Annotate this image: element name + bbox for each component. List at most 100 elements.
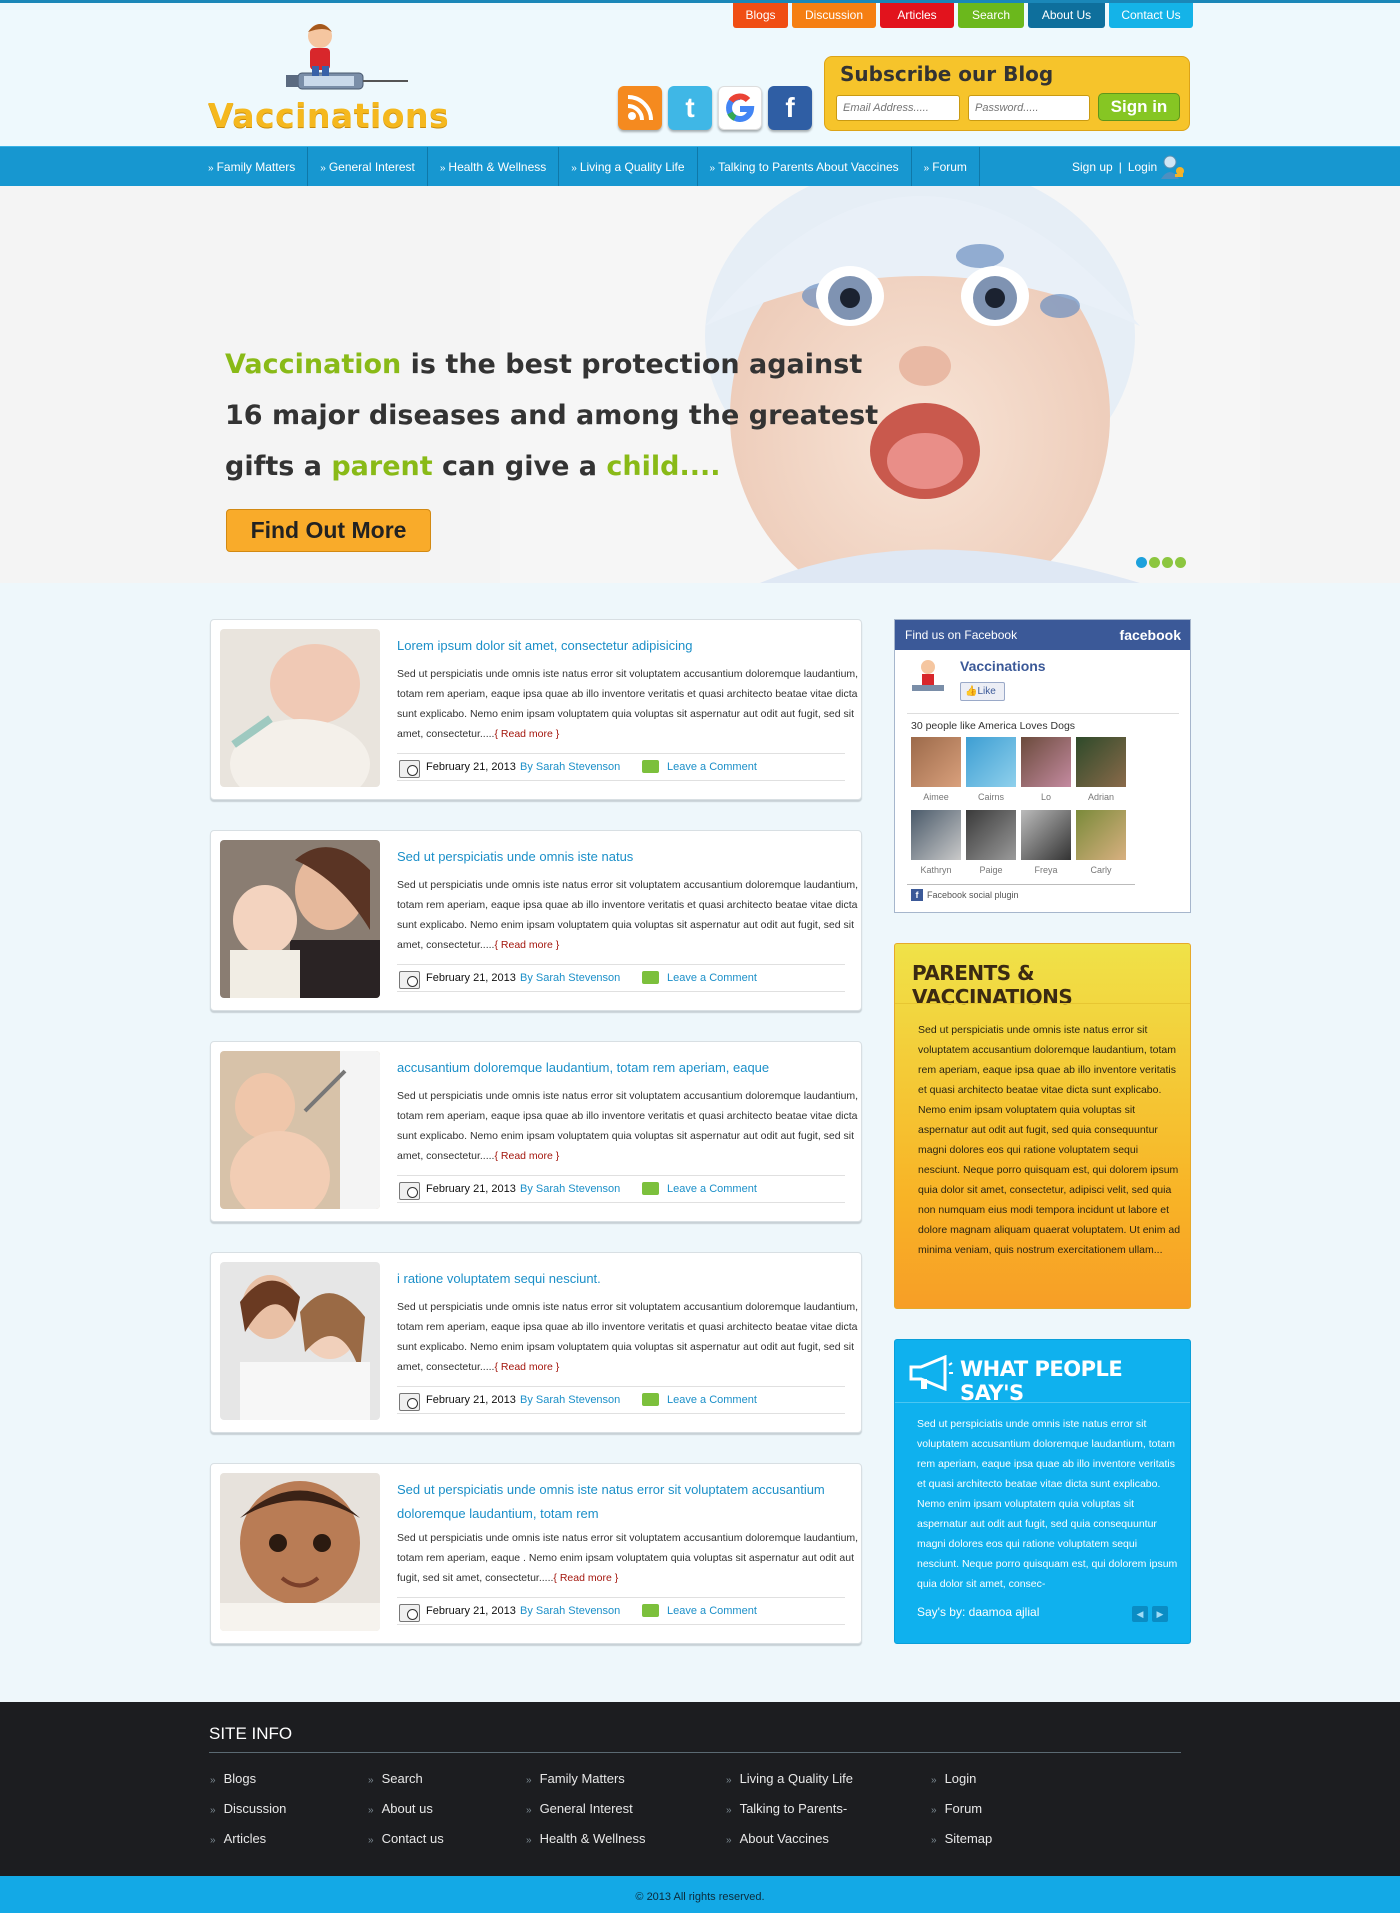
- google-icon[interactable]: [718, 86, 762, 130]
- next-arrow-icon[interactable]: ▶: [1152, 1606, 1168, 1622]
- footer-link[interactable]: » Discussion: [210, 1799, 286, 1829]
- post-author[interactable]: By Sarah Stevenson: [520, 761, 620, 773]
- hero-banner: Vaccination is the best protection again…: [0, 186, 1400, 583]
- footer-link[interactable]: » Health & Wellness: [526, 1829, 646, 1859]
- fan-face[interactable]: Aimee: [911, 737, 961, 810]
- top-tab-about-us[interactable]: About Us: [1028, 3, 1105, 28]
- nav-talking-to-parents[interactable]: » Talking to Parents About Vaccines: [698, 147, 912, 187]
- nav-family-matters[interactable]: » Family Matters: [208, 147, 309, 187]
- user-key-icon[interactable]: [1158, 153, 1186, 181]
- post-date: February 21, 2013: [426, 761, 516, 773]
- top-tab-contact-us[interactable]: Contact Us: [1109, 3, 1193, 28]
- footer-link[interactable]: » Forum: [931, 1799, 992, 1829]
- top-tab-articles[interactable]: Articles: [880, 3, 954, 28]
- slider-dot[interactable]: [1175, 557, 1186, 568]
- rss-icon[interactable]: [618, 86, 662, 130]
- syringe-boy-icon: [286, 24, 408, 90]
- sign-in-button[interactable]: Sign in: [1098, 93, 1180, 121]
- post-thumbnail[interactable]: [220, 1262, 380, 1420]
- post-title[interactable]: Sed ut perspiciatis unde omnis iste natu…: [397, 845, 857, 869]
- facebook-like-button[interactable]: 👍Like: [960, 682, 1005, 701]
- subscribe-email-input[interactable]: [836, 95, 960, 121]
- post-title[interactable]: i ratione voluptatem sequi nesciunt.: [397, 1267, 857, 1291]
- subscribe-password-input[interactable]: [968, 95, 1090, 121]
- twitter-icon[interactable]: t: [668, 86, 712, 130]
- login-link[interactable]: Login: [1128, 147, 1157, 187]
- fan-avatar: [966, 810, 1016, 860]
- blog-post: Sed ut perspiciatis unde omnis iste natu…: [210, 1463, 862, 1644]
- post-thumbnail[interactable]: [220, 1051, 380, 1209]
- facebook-icon[interactable]: f: [768, 86, 812, 130]
- footer-link[interactable]: » Login: [931, 1769, 992, 1799]
- auth-links: Sign up | Login: [1072, 147, 1157, 187]
- leave-comment-link[interactable]: Leave a Comment: [667, 761, 757, 773]
- top-tab-search[interactable]: Search: [958, 3, 1024, 28]
- post-title[interactable]: Sed ut perspiciatis unde omnis iste natu…: [397, 1478, 857, 1526]
- fan-face[interactable]: Paige: [966, 810, 1016, 883]
- fan-face[interactable]: Kathryn: [911, 810, 961, 883]
- signup-link[interactable]: Sign up: [1072, 147, 1113, 187]
- leave-comment-link[interactable]: Leave a Comment: [667, 1183, 757, 1195]
- find-out-more-button[interactable]: Find Out More: [226, 509, 431, 552]
- footer-link[interactable]: » About Vaccines: [726, 1829, 853, 1859]
- post-title[interactable]: Lorem ipsum dolor sit amet, consectetur …: [397, 634, 857, 658]
- fan-face[interactable]: Cairns: [966, 737, 1016, 810]
- leave-comment-link[interactable]: Leave a Comment: [667, 972, 757, 984]
- read-more-link[interactable]: { Read more }: [494, 1150, 559, 1162]
- top-tabs: Blogs Discussion Articles Search About U…: [733, 3, 1193, 28]
- footer-link[interactable]: » General Interest: [526, 1799, 646, 1829]
- post-author[interactable]: By Sarah Stevenson: [520, 1605, 620, 1617]
- footer-link[interactable]: » Contact us: [368, 1829, 444, 1859]
- slider-dot[interactable]: [1136, 557, 1147, 568]
- footer-link-label: Blogs: [223, 1771, 257, 1786]
- footer: SITE INFO » Blogs » Discussion » Articles »…: [0, 1702, 1400, 1876]
- footer-link[interactable]: » Sitemap: [931, 1829, 992, 1859]
- nav-living-quality-life[interactable]: » Living a Quality Life: [559, 147, 698, 187]
- post-thumbnail[interactable]: [220, 840, 380, 998]
- leave-comment-link[interactable]: Leave a Comment: [667, 1394, 757, 1406]
- footer-link-label: Living a Quality Life: [739, 1771, 854, 1786]
- footer-link[interactable]: » Articles: [210, 1829, 286, 1859]
- read-more-link[interactable]: { Read more }: [494, 728, 559, 740]
- fan-avatar: [1021, 737, 1071, 787]
- footer-link[interactable]: » Blogs: [210, 1769, 286, 1799]
- top-tab-discussion[interactable]: Discussion: [792, 3, 876, 28]
- post-thumbnail[interactable]: [220, 629, 380, 787]
- fan-face[interactable]: Carly: [1076, 810, 1126, 883]
- footer-link[interactable]: » About us: [368, 1799, 444, 1829]
- footer-link[interactable]: » Family Matters: [526, 1769, 646, 1799]
- like-count-page[interactable]: America Loves Dogs: [978, 720, 1075, 732]
- footer-link[interactable]: » Living a Quality Life: [726, 1769, 853, 1799]
- top-tab-blogs[interactable]: Blogs: [733, 3, 788, 28]
- footer-link-label: Login: [944, 1771, 977, 1786]
- facebook-page-name[interactable]: Vaccinations: [960, 658, 1046, 674]
- leave-comment-link[interactable]: Leave a Comment: [667, 1605, 757, 1617]
- post-author[interactable]: By Sarah Stevenson: [520, 972, 620, 984]
- post-date: February 21, 2013: [426, 1183, 516, 1195]
- footer-link[interactable]: » Talking to Parents-: [726, 1799, 853, 1829]
- nav-general-interest[interactable]: » General Interest: [308, 147, 428, 187]
- footer-link-label: Discussion: [223, 1801, 287, 1816]
- post-title[interactable]: accusantium doloremque laudantium, totam…: [397, 1056, 857, 1080]
- post-thumbnail[interactable]: [220, 1473, 380, 1631]
- page-avatar[interactable]: [908, 657, 948, 697]
- read-more-link[interactable]: { Read more }: [494, 1361, 559, 1373]
- fan-face[interactable]: Freya: [1021, 810, 1071, 883]
- read-more-link[interactable]: { Read more }: [553, 1572, 618, 1584]
- post-excerpt: Sed ut perspiciatis unde omnis iste natu…: [397, 664, 859, 744]
- fan-face[interactable]: Lo: [1021, 737, 1071, 810]
- fan-face[interactable]: Adrian: [1076, 737, 1126, 810]
- fan-name: Freya: [1034, 865, 1058, 875]
- read-more-link[interactable]: { Read more }: [494, 939, 559, 951]
- site-logo[interactable]: Vaccinations: [208, 18, 449, 136]
- facebook-plugin-label[interactable]: Facebook social plugin: [927, 890, 1019, 900]
- slider-dot[interactable]: [1162, 557, 1173, 568]
- footer-link[interactable]: » Search: [368, 1769, 444, 1799]
- slider-dot[interactable]: [1149, 557, 1160, 568]
- nav-forum[interactable]: » Forum: [912, 147, 980, 187]
- blog-post: Lorem ipsum dolor sit amet, consectetur …: [210, 619, 862, 800]
- post-author[interactable]: By Sarah Stevenson: [520, 1394, 620, 1406]
- prev-arrow-icon[interactable]: ◀: [1132, 1606, 1148, 1622]
- post-author[interactable]: By Sarah Stevenson: [520, 1183, 620, 1195]
- nav-health-wellness[interactable]: » Health & Wellness: [428, 147, 560, 187]
